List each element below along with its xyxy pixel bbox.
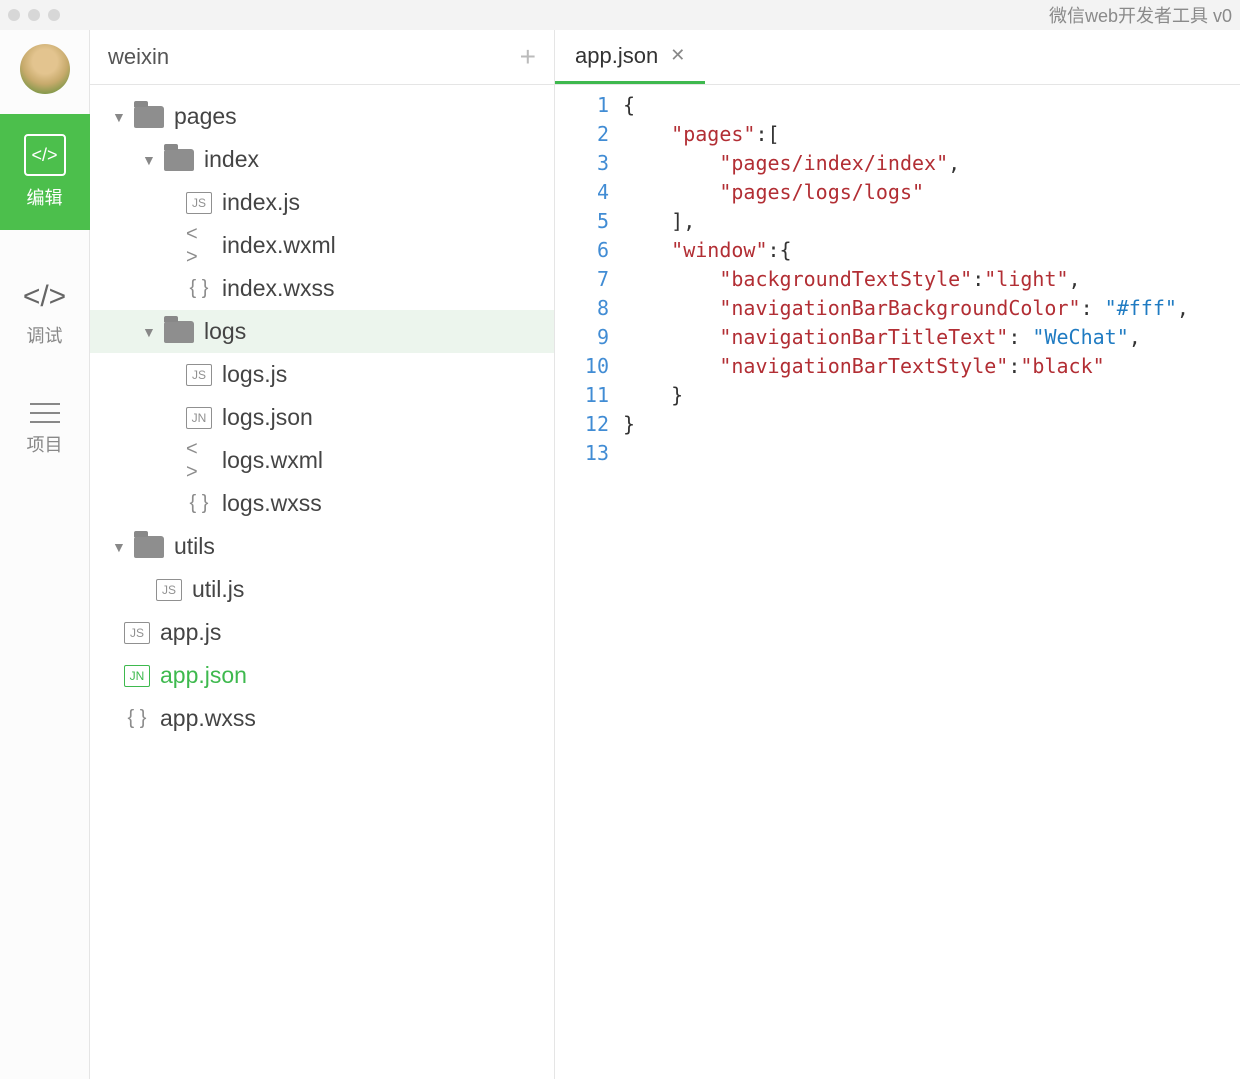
folder-icon (134, 536, 164, 558)
file-logs-wxml[interactable]: < > logs.wxml (90, 439, 554, 482)
file-util-js[interactable]: JS util.js (90, 568, 554, 611)
folder-label: index (204, 146, 259, 173)
file-label: index.wxss (222, 275, 334, 302)
left-sidebar: </> 编辑 </> 调试 项目 (0, 30, 90, 1079)
file-label: app.json (160, 662, 247, 689)
editor-tabs: app.json ✕ (555, 30, 1240, 85)
folder-logs[interactable]: ▼ logs (90, 310, 554, 353)
window-title: 微信web开发者工具 v0 (1049, 2, 1232, 28)
file-app-js[interactable]: JS app.js (90, 611, 554, 654)
menu-icon (30, 403, 60, 423)
wxss-icon: { } (186, 278, 212, 300)
window-controls (8, 9, 60, 21)
close-icon[interactable]: ✕ (670, 45, 685, 66)
nav-project-label: 项目 (27, 431, 63, 457)
folder-index[interactable]: ▼ index (90, 138, 554, 181)
js-icon: JS (124, 622, 150, 644)
code-icon: </> (24, 134, 66, 176)
file-logs-js[interactable]: JS logs.js (90, 353, 554, 396)
file-label: logs.wxml (222, 447, 323, 474)
file-app-json[interactable]: JN app.json (90, 654, 554, 697)
chevron-down-icon: ▼ (142, 324, 154, 340)
zoom-dot[interactable] (48, 9, 60, 21)
json-icon: JN (124, 665, 150, 687)
wxml-icon: < > (186, 235, 212, 257)
file-app-wxss[interactable]: { } app.wxss (90, 697, 554, 740)
js-icon: JS (156, 579, 182, 601)
file-label: logs.js (222, 361, 287, 388)
folder-label: pages (174, 103, 237, 130)
avatar[interactable] (20, 44, 70, 94)
file-tree-panel: weixin + ▼ pages ▼ index JS index.js (90, 30, 555, 1079)
debug-icon: </> (23, 280, 66, 314)
close-dot[interactable] (8, 9, 20, 21)
file-logs-wxss[interactable]: { } logs.wxss (90, 482, 554, 525)
folder-icon (134, 106, 164, 128)
tab-label: app.json (575, 43, 658, 69)
nav-debug[interactable]: </> 调试 (0, 280, 90, 348)
minimize-dot[interactable] (28, 9, 40, 21)
folder-label: logs (204, 318, 246, 345)
project-name: weixin (108, 44, 169, 70)
file-label: util.js (192, 576, 244, 603)
file-logs-json[interactable]: JN logs.json (90, 396, 554, 439)
chevron-down-icon: ▼ (112, 539, 124, 555)
folder-label: utils (174, 533, 215, 560)
folder-pages[interactable]: ▼ pages (90, 95, 554, 138)
file-tree: ▼ pages ▼ index JS index.js < > index.wx… (90, 85, 554, 740)
editor-pane: app.json ✕ 12345678910111213 { "pages":[… (555, 30, 1240, 1079)
file-label: logs.json (222, 404, 313, 431)
file-index-wxml[interactable]: < > index.wxml (90, 224, 554, 267)
code-editor[interactable]: 12345678910111213 { "pages":[ "pages/ind… (555, 85, 1240, 1079)
chevron-down-icon: ▼ (112, 109, 124, 125)
folder-icon (164, 149, 194, 171)
nav-project[interactable]: 项目 (0, 403, 90, 457)
add-button[interactable]: + (520, 41, 536, 73)
wxml-icon: < > (186, 450, 212, 472)
file-index-wxss[interactable]: { } index.wxss (90, 267, 554, 310)
folder-icon (164, 321, 194, 343)
nav-debug-label: 调试 (27, 322, 63, 348)
chevron-down-icon: ▼ (142, 152, 154, 168)
json-icon: JN (186, 407, 212, 429)
nav-edit[interactable]: </> 编辑 (0, 114, 90, 230)
tab-app-json[interactable]: app.json ✕ (555, 30, 705, 84)
wxss-icon: { } (124, 708, 150, 730)
file-label: logs.wxss (222, 490, 322, 517)
file-label: index.wxml (222, 232, 336, 259)
line-gutter: 12345678910111213 (555, 91, 623, 1079)
nav-edit-label: 编辑 (27, 184, 63, 210)
file-label: app.js (160, 619, 221, 646)
code-content[interactable]: { "pages":[ "pages/index/index", "pages/… (623, 91, 1240, 1079)
titlebar: 微信web开发者工具 v0 (0, 0, 1240, 30)
project-header: weixin + (90, 30, 554, 85)
js-icon: JS (186, 364, 212, 386)
file-label: app.wxss (160, 705, 256, 732)
folder-utils[interactable]: ▼ utils (90, 525, 554, 568)
js-icon: JS (186, 192, 212, 214)
file-label: index.js (222, 189, 300, 216)
file-index-js[interactable]: JS index.js (90, 181, 554, 224)
wxss-icon: { } (186, 493, 212, 515)
